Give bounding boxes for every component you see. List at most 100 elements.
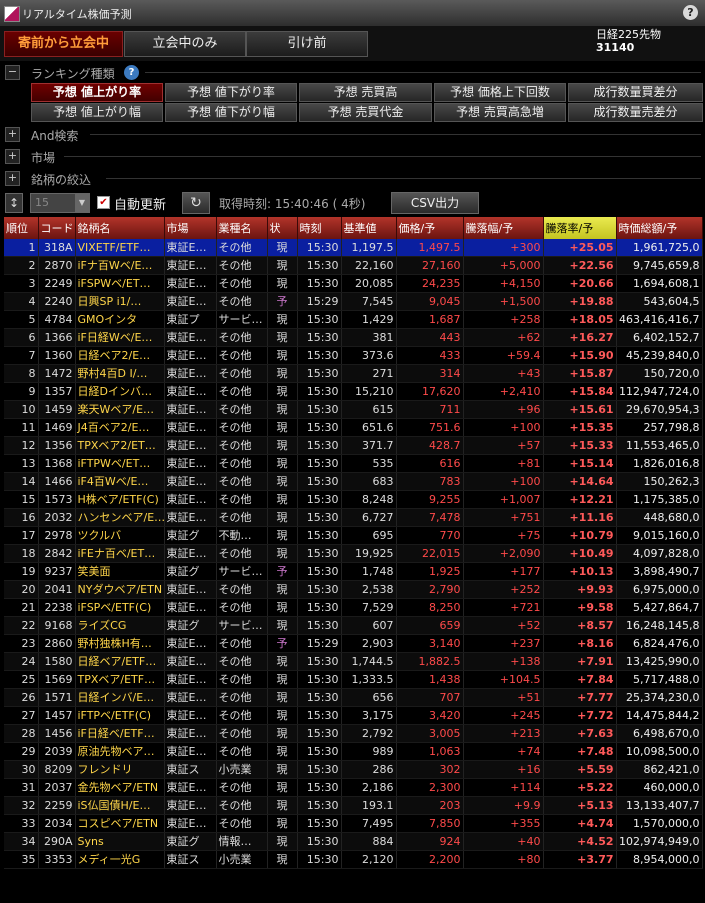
chevron-down-icon[interactable]: ▼: [75, 194, 89, 212]
table-row[interactable]: 28 1456 iF日経ベ/ETF… 東証E… その他現 15:30 2,792 3,005 +…: [4, 724, 703, 743]
table-row[interactable]: 5 4784 GMOインタ 東証プ サービ… 現 15:30 1,429 1,687 +258 +1…: [4, 310, 703, 329]
table-row[interactable]: 27 1457 iFTPベ/ETF(C) 東証E… その他現 15:30 3,175 3,42…: [4, 706, 703, 725]
rank-btn-pred-up-width[interactable]: 予想 値上がり幅: [31, 103, 163, 122]
table-row[interactable]: 25 1569 TPXベア/ETF… 東証E… その他現 15:30 1,333.5 1,43…: [4, 670, 703, 689]
col-change-header[interactable]: 騰落幅/予: [463, 217, 544, 239]
table-row[interactable]: 19 9237 笑美面 東証グ サービ… 予 15:30 1,748 1,925 +177 +10.…: [4, 562, 703, 581]
table-row[interactable]: 31 2037 金先物ベア/ETN 東証E… その他現 15:30 2,186 2,300 +1…: [4, 778, 703, 797]
table-row[interactable]: 2 2870 iFナ百Wベ/E… 東証E… その他現 15:30 22,160 27,160 +…: [4, 256, 703, 275]
cell-price: 1,497.5: [396, 239, 464, 257]
cell-price: 8,250: [396, 598, 464, 617]
cell-sector: その他: [216, 778, 268, 797]
cell-base: 271: [341, 364, 397, 383]
cell-change-rate: +19.88: [543, 292, 617, 311]
auto-update-checkbox[interactable]: ✔: [97, 196, 110, 209]
table-row[interactable]: 13 1368 iFTPWベ/ET… 東証E… その他現 15:30 535 616 +81 +1…: [4, 454, 703, 473]
cell-base: 2,538: [341, 580, 397, 599]
table-row[interactable]: 3 2249 iFSPWベ/ET… 東証E… その他現 15:30 20,085 24,235…: [4, 274, 703, 293]
rank-btn-pred-down-rate[interactable]: 予想 値下がり率: [165, 83, 297, 102]
cell-market-cap: 150,262,3: [616, 472, 703, 491]
cell-change: +2,090: [463, 544, 544, 563]
rank-btn-pred-down-width[interactable]: 予想 値下がり幅: [165, 103, 297, 122]
cell-change-rate: +10.13: [543, 562, 617, 581]
filter-toggle[interactable]: +: [5, 171, 20, 186]
col-time-header[interactable]: 時刻: [297, 217, 342, 239]
market-label[interactable]: 市場: [31, 149, 55, 166]
table-row[interactable]: 30 8209 フレンドリ 東証ス 小売業現 15:30 286 302 +16 +5.59 862…: [4, 760, 703, 779]
table-row[interactable]: 11 1469 J4百ベア2/E… 東証E… その他現 15:30 651.6 751.6 +1…: [4, 418, 703, 437]
col-market-cap-header[interactable]: 時価総額/予: [616, 217, 703, 239]
table-row[interactable]: 12 1356 TPXベア2/ET… 東証E… その他現 15:30 371.7 428.7 +…: [4, 436, 703, 455]
table-row[interactable]: 15 1573 H株ベア/ETF(C) 東証E… その他現 15:30 8,248 9,255…: [4, 490, 703, 509]
cell-market: 東証E…: [164, 418, 217, 437]
ranking-collapse-toggle[interactable]: −: [5, 65, 20, 80]
cell-rank: 25: [4, 670, 39, 689]
col-sector-header[interactable]: 業種名: [216, 217, 268, 239]
rank-btn-market-buy-diff[interactable]: 成行数量買差分: [568, 83, 703, 102]
rank-btn-pred-value[interactable]: 予想 売買代金: [299, 103, 432, 122]
mode-tab-premarket[interactable]: 寄前から立会中: [4, 31, 123, 57]
rank-btn-market-sell-diff[interactable]: 成行数量売差分: [568, 103, 703, 122]
col-status-header[interactable]: 状: [267, 217, 298, 239]
table-row[interactable]: 32 2259 iS仏国債H/E… 東証E… その他現 15:30 193.1 203 +9.9…: [4, 796, 703, 815]
cell-sector: その他: [216, 436, 268, 455]
table-row[interactable]: 34 290A Syns 東証グ 情報… 現 15:30 884 924 +40 +4.52 102,…: [4, 832, 703, 851]
col-name-header[interactable]: 銘柄名: [75, 217, 165, 239]
table-row[interactable]: 4 2240 日興SP i1/… 東証E… その他予 15:29 7,545 9,045 +1,…: [4, 292, 703, 311]
csv-export-button[interactable]: CSV出力: [391, 192, 479, 214]
col-market-header[interactable]: 市場: [164, 217, 217, 239]
table-row[interactable]: 1 318A VIXETF/ETF… 東証E… その他現 15:30 1,197.5 1,49…: [4, 239, 703, 257]
table-row[interactable]: 16 2032 ハンセンベア/E… 東証E… その他現 15:30 6,727 7,478 +7…: [4, 508, 703, 527]
table-row[interactable]: 23 2860 野村独株H有… 東証E… その他予 15:29 2,903 3,140 +237…: [4, 634, 703, 653]
col-base-header[interactable]: 基準値: [341, 217, 397, 239]
table-row[interactable]: 6 1366 iF日経Wベ/E… 東証E… その他現 15:30 381 443 +62 +16.…: [4, 328, 703, 347]
help-icon[interactable]: ?: [683, 5, 698, 20]
table-row[interactable]: 26 1571 日経インバ/E… 東証E… その他現 15:30 656 707 +51 +7.7…: [4, 688, 703, 707]
table-row[interactable]: 33 2034 コスピベア/ETN 東証E… その他現 15:30 7,495 7,850 +3…: [4, 814, 703, 833]
table-row[interactable]: 9 1357 日経Dインバ… 東証E… その他現 15:30 15,210 17,620 +2,…: [4, 382, 703, 401]
cell-rank: 30: [4, 760, 39, 779]
sort-direction-icon[interactable]: ↕: [5, 193, 23, 213]
table-row[interactable]: 8 1472 野村4百D I/… 東証E… その他現 15:30 271 314 +43 +15.…: [4, 364, 703, 383]
table-row[interactable]: 24 1580 日経ベア/ETF… 東証E… その他現 15:30 1,744.5 1,882…: [4, 652, 703, 671]
rank-btn-pred-up-rate[interactable]: 予想 値上がり率: [31, 83, 163, 102]
cell-change: +96: [463, 400, 544, 419]
table-row[interactable]: 20 2041 NYダウベア/ETN 東証E… その他現 15:30 2,538 2,790 +…: [4, 580, 703, 599]
and-search-label[interactable]: And検索: [31, 127, 78, 144]
rank-btn-pred-volume-surge[interactable]: 予想 売買高急増: [434, 103, 566, 122]
mode-tab-before-close[interactable]: 引け前: [246, 31, 368, 57]
col-code-header[interactable]: コード: [38, 217, 76, 239]
and-search-toggle[interactable]: +: [5, 127, 20, 142]
table-row[interactable]: 14 1466 iF4百Wベ/E… 東証E… その他現 15:30 683 783 +100 +1…: [4, 472, 703, 491]
auto-update-label[interactable]: 自動更新: [114, 194, 166, 213]
cell-price: 9,045: [396, 292, 464, 311]
table-row[interactable]: 35 3353 メディ一光G 東証ス 小売業現 15:30 2,120 2,200 +80 +3.…: [4, 850, 703, 869]
row-count-select[interactable]: 15 ▼: [30, 193, 90, 213]
col-change-rate-header[interactable]: 騰落率/予: [543, 217, 617, 239]
cell-change-rate: +4.74: [543, 814, 617, 833]
cell-change-rate: +5.59: [543, 760, 617, 779]
mode-tab-session-only[interactable]: 立会中のみ: [124, 31, 246, 57]
market-toggle[interactable]: +: [5, 149, 20, 164]
rank-btn-pred-volume[interactable]: 予想 売買高: [299, 83, 432, 102]
table-row[interactable]: 10 1459 楽天Wベア/E… 東証E… その他現 15:30 615 711 +96 +15.…: [4, 400, 703, 419]
ranking-type-section: − ランキング種類 ?: [0, 62, 705, 82]
table-row[interactable]: 22 9168 ライズCG 東証グ サービ… 現 15:30 607 659 +52 +8.57 16…: [4, 616, 703, 635]
cell-sector: その他: [216, 706, 268, 725]
cell-market: 東証E…: [164, 364, 217, 383]
col-rank-header[interactable]: 順位: [4, 217, 39, 239]
ranking-help-icon[interactable]: ?: [124, 65, 139, 80]
table-row[interactable]: 21 2238 iFSPベ/ETF(C) 東証E… その他現 15:30 7,529 8,25…: [4, 598, 703, 617]
table-row[interactable]: 17 2978 ツクルバ 東証グ 不動… 現 15:30 695 770 +75 +10.79 9,0…: [4, 526, 703, 545]
filter-label[interactable]: 銘柄の絞込: [31, 171, 91, 188]
col-price-header[interactable]: 価格/予: [396, 217, 464, 239]
cell-sector: その他: [216, 418, 268, 437]
refresh-icon[interactable]: ↻: [182, 192, 210, 214]
cell-change-rate: +7.77: [543, 688, 617, 707]
rank-btn-pred-updown-count[interactable]: 予想 価格上下回数: [434, 83, 566, 102]
cell-time: 15:30: [297, 814, 342, 833]
table-row[interactable]: 18 2842 iFEナ百ベ/ET… 東証E… その他現 15:30 19,925 22,01…: [4, 544, 703, 563]
table-row[interactable]: 29 2039 原油先物ベア… 東証E… その他現 15:30 989 1,063 +74 +7.…: [4, 742, 703, 761]
table-row[interactable]: 7 1360 日経ベア2/E… 東証E… その他現 15:30 373.6 433 +59.4 +…: [4, 346, 703, 365]
cell-market-cap: 150,720,0: [616, 364, 703, 383]
